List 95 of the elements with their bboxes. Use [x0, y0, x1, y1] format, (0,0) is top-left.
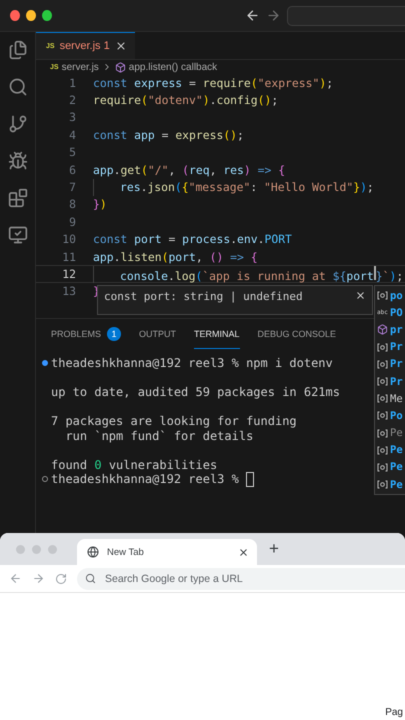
suggestion-label: Pr [390, 376, 403, 388]
panel-tab[interactable]: DEBUG CONSOLE [258, 319, 336, 349]
suggestion-item[interactable]: Pe [375, 476, 405, 494]
suggestion-label: Pe [390, 444, 403, 456]
suggestion-item[interactable]: Pe [375, 424, 405, 442]
suggestion-item[interactable]: po [375, 287, 405, 304]
line-number: 6 [68, 162, 76, 177]
code-line: res.json({"message": "Hello World"}); [120, 180, 374, 194]
variable-icon [377, 446, 388, 455]
suggestion-item[interactable]: pr [375, 321, 405, 339]
code-line: require("dotenv").config(); [93, 93, 278, 108]
variable-icon [377, 411, 388, 420]
address-bar[interactable]: Search Google or type a URL [77, 568, 405, 590]
browser-tab[interactable]: New Tab [77, 539, 257, 565]
line-number: 8 [68, 197, 76, 212]
terminal-line: theadeshkhanna@192 reel3 % [51, 472, 239, 486]
line-number: 13 [61, 284, 76, 298]
panel-tab[interactable]: TERMINAL [194, 319, 240, 349]
line-number: 11 [61, 250, 76, 264]
variable-icon [377, 291, 388, 300]
globe-icon [87, 546, 99, 558]
files-icon[interactable] [8, 40, 28, 60]
reload-icon[interactable] [55, 572, 67, 584]
suggestion-item[interactable]: Pe [375, 442, 405, 459]
close-window-button[interactable] [10, 10, 20, 21]
variable-icon [377, 394, 388, 404]
monitor-icon[interactable] [8, 225, 28, 245]
close-icon[interactable] [238, 546, 249, 558]
line-number: 4 [68, 128, 76, 142]
breadcrumb-item[interactable]: app.listen() callback [128, 62, 218, 72]
forward-arrow-icon[interactable] [266, 8, 281, 23]
code-line: console.log(`app is running at ${port }`); [120, 266, 404, 282]
address-input[interactable]: Search Google or type a URL [103, 572, 405, 586]
suggestion-label: pr [390, 324, 403, 336]
terminal-line: theadeshkhanna@192 reel3 % npm i dotenv [51, 356, 333, 370]
search-field[interactable] [286, 6, 405, 26]
variable-icon [377, 480, 388, 490]
line-number: 12 [61, 266, 76, 281]
page-text: Pag [385, 707, 403, 718]
code-line: app.listen(port, () => { [93, 250, 258, 264]
suggestion-label: Pr [390, 358, 403, 370]
terminal-line: run `npm fund` for details [64, 428, 254, 443]
blocks-icon[interactable] [8, 188, 28, 208]
variable-icon [377, 377, 388, 386]
variable-icon [377, 428, 388, 438]
line-number: 2 [68, 93, 76, 108]
panel-tab[interactable]: OUTPUT [139, 319, 176, 349]
forward-arrow-icon[interactable] [32, 572, 45, 585]
close-icon[interactable] [114, 40, 127, 52]
line-number: 3 [68, 110, 76, 124]
maximize-window-button[interactable] [42, 10, 52, 21]
cube-icon [114, 62, 126, 72]
terminal-line: 7 packages are looking for funding [51, 414, 297, 428]
terminal-line: up to date, audited 59 packages in 621ms [51, 385, 340, 400]
tab-title: New Tab [107, 546, 145, 558]
breadcrumb-item[interactable]: server.js [62, 62, 99, 72]
code-line: const express = require("express"); [93, 76, 334, 90]
bug-icon[interactable] [8, 151, 28, 171]
new-tab-button[interactable]: + [263, 539, 279, 559]
search-icon[interactable] [8, 77, 28, 97]
type-hint: const port: string | undefined [104, 290, 303, 303]
line-number: 1 [68, 76, 76, 90]
suggestion-item[interactable]: Pr [375, 356, 405, 373]
suggestion-label: Pr [390, 341, 403, 354]
suggestion-item[interactable]: Pr [375, 338, 405, 356]
minimize-window-button[interactable] [26, 10, 36, 21]
line-number: 5 [68, 145, 76, 160]
cube-icon [377, 324, 388, 336]
suggestion-item[interactable]: Pe [375, 458, 405, 476]
terminal-line: found 0 vulnerabilities [51, 458, 218, 472]
variable-icon [377, 462, 388, 472]
suggestion-label: Pe [390, 461, 403, 474]
variable-icon [377, 360, 388, 369]
close-icon[interactable] [355, 290, 366, 301]
line-number: 10 [61, 232, 76, 246]
code-line: app.get("/", (req, res) => { [93, 162, 286, 177]
suggestion-item[interactable]: Me [375, 390, 405, 408]
suggestion-label: PO [390, 306, 403, 319]
line-number: 9 [68, 214, 76, 229]
suggestion-item[interactable]: Po [375, 407, 405, 424]
suggestion-label: Po [390, 410, 403, 422]
code-line: }) [93, 197, 107, 212]
suggestion-label: Me [390, 392, 403, 405]
suggestion-label: po [390, 290, 403, 302]
code-line: const app = express(); [93, 128, 244, 142]
variable-icon [377, 342, 388, 352]
code-line: const port = process.env.PORT [93, 232, 292, 246]
branch-icon[interactable] [8, 114, 28, 134]
suggestion-label: Pe [390, 427, 403, 440]
panel-tab[interactable]: PROBLEMS 1 [51, 319, 122, 349]
suggestion-item[interactable]: Pr [375, 372, 405, 390]
search-icon [85, 573, 96, 584]
line-number: 7 [68, 180, 76, 194]
suggestion-label: Pe [390, 478, 403, 491]
count-badge: 1 [107, 326, 122, 340]
